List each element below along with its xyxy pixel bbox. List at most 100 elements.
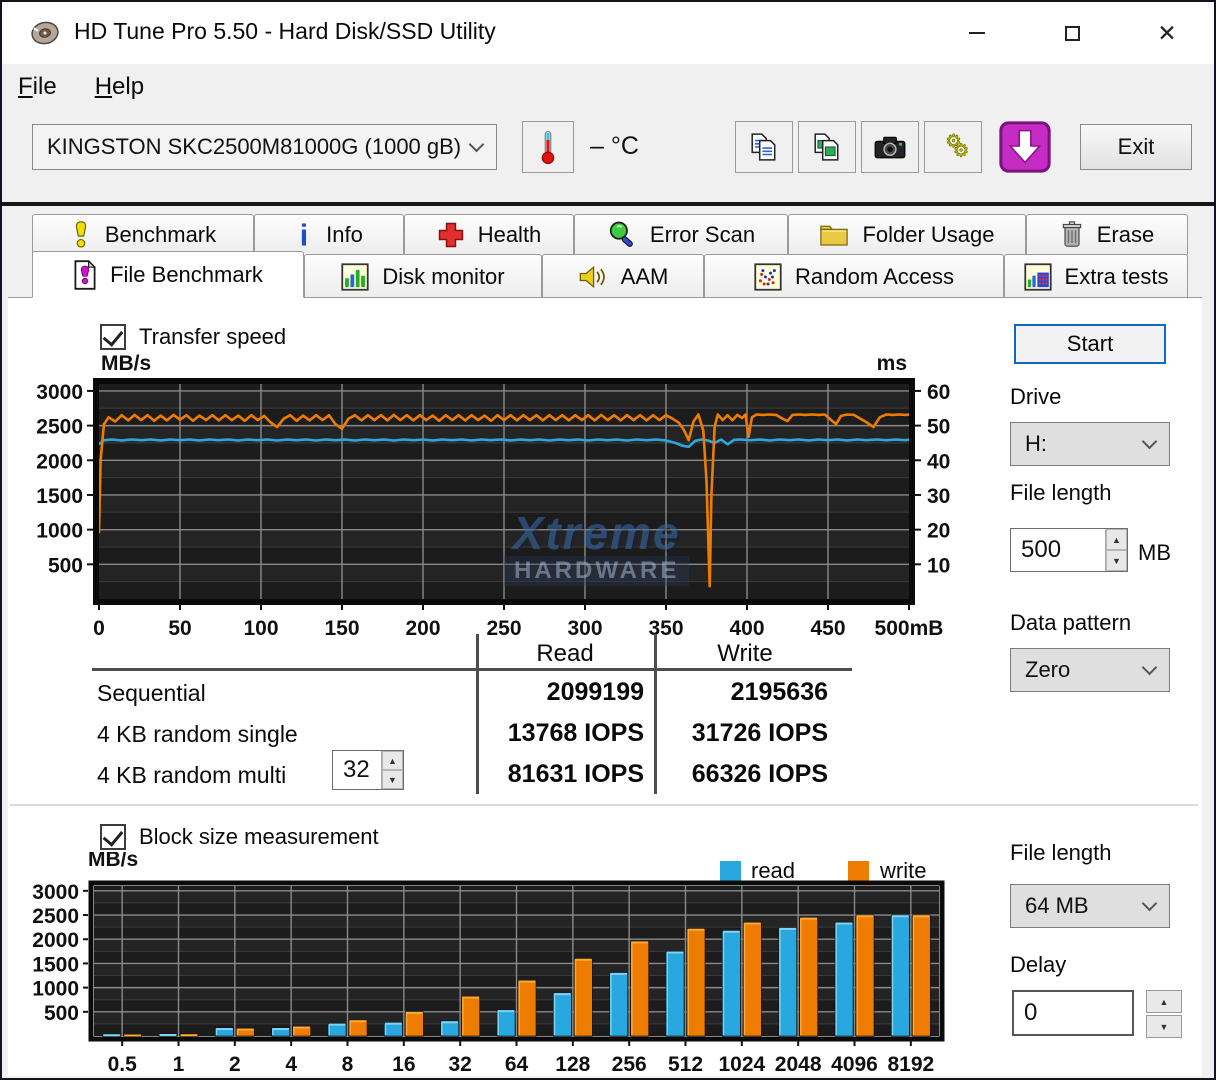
- health-cross-icon: [437, 221, 465, 249]
- svg-text:2000: 2000: [36, 450, 83, 473]
- sequential-write-value: 2195636: [628, 678, 828, 707]
- svg-text:450: 450: [810, 617, 845, 640]
- tab-random-access[interactable]: Random Access: [704, 254, 1004, 298]
- exit-button[interactable]: Exit: [1080, 124, 1192, 170]
- close-button[interactable]: ✕: [1144, 14, 1190, 52]
- start-button[interactable]: Start: [1014, 324, 1166, 364]
- copy-text-button[interactable]: [735, 121, 793, 173]
- download-arrow-icon: [998, 120, 1052, 174]
- tab-benchmark-label: Benchmark: [105, 222, 216, 248]
- file-length-spinner[interactable]: 500 ▲ ▼: [1010, 528, 1128, 572]
- copy-text-icon: [749, 132, 779, 162]
- svg-text:1024: 1024: [718, 1053, 765, 1076]
- queue-depth-value: 32: [333, 751, 381, 789]
- delay-spin-down[interactable]: ▼: [1146, 1015, 1182, 1038]
- copy-image-button[interactable]: [798, 121, 856, 173]
- random-multi-write-value: 66326 IOPS: [628, 760, 828, 789]
- svg-text:1000: 1000: [36, 520, 83, 543]
- title-bar: HD Tune Pro 5.50 - Hard Disk/SSD Utility…: [2, 2, 1214, 64]
- svg-text:1000: 1000: [32, 978, 79, 1001]
- svg-text:300: 300: [567, 617, 602, 640]
- svg-text:⚙: ⚙: [953, 141, 969, 161]
- delay-input[interactable]: 0: [1012, 990, 1134, 1036]
- spin-up-icon[interactable]: ▲: [382, 751, 403, 770]
- svg-text:32: 32: [448, 1053, 471, 1076]
- tab-error-scan[interactable]: Error Scan: [574, 214, 788, 255]
- window-title: HD Tune Pro 5.50 - Hard Disk/SSD Utility: [74, 18, 496, 45]
- chevron-down-icon: [469, 136, 485, 152]
- tab-folder-usage-label: Folder Usage: [862, 222, 994, 248]
- data-pattern-dropdown[interactable]: Zero: [1010, 648, 1170, 692]
- block-file-length-dropdown[interactable]: 64 MB: [1010, 884, 1170, 928]
- drive-dropdown[interactable]: H:: [1010, 422, 1170, 466]
- menu-help[interactable]: Help: [95, 73, 144, 101]
- svg-text:16: 16: [392, 1053, 415, 1076]
- svg-text:10: 10: [927, 554, 950, 577]
- menu-bar: File Help: [2, 64, 1214, 110]
- drive-select-combo[interactable]: KINGSTON SKC2500M81000G (1000 gB): [32, 124, 497, 170]
- svg-text:4096: 4096: [831, 1053, 878, 1076]
- speaker-icon: [578, 264, 608, 290]
- tab-health[interactable]: Health: [404, 214, 574, 255]
- save-results-button[interactable]: [995, 119, 1055, 175]
- maximize-icon: [1065, 26, 1080, 41]
- block-size-chart: MB/s500100015002000250030000.51248163264…: [32, 852, 992, 1076]
- gears-icon: ⚙ ⚙: [937, 131, 969, 163]
- svg-text:8: 8: [342, 1053, 354, 1076]
- chevron-down-icon: [1142, 895, 1158, 911]
- spin-down-icon[interactable]: ▼: [1106, 550, 1127, 571]
- svg-text:2500: 2500: [36, 416, 83, 439]
- queue-depth-spinner[interactable]: 32 ▲ ▼: [332, 750, 404, 790]
- screenshot-button[interactable]: [861, 121, 919, 173]
- folder-icon: [819, 222, 849, 248]
- tab-erase-label: Erase: [1097, 222, 1154, 248]
- spin-down-icon[interactable]: ▼: [382, 770, 403, 789]
- magnifier-icon: [607, 220, 637, 250]
- svg-text:250: 250: [486, 617, 521, 640]
- tab-aam[interactable]: AAM: [542, 254, 704, 298]
- svg-text:50: 50: [927, 416, 950, 439]
- options-button[interactable]: ⚙ ⚙: [924, 121, 982, 173]
- tab-file-benchmark-label: File Benchmark: [110, 262, 263, 288]
- thermometer-icon: [540, 129, 556, 165]
- extra-tests-icon: [1024, 263, 1052, 291]
- toolbar: KINGSTON SKC2500M81000G (1000 gB) – °C: [2, 110, 1214, 202]
- block-size-checkbox[interactable]: Block size measurement: [100, 824, 379, 850]
- svg-text:ms: ms: [877, 354, 907, 375]
- minimize-button[interactable]: [954, 14, 1000, 52]
- app-disk-icon: [28, 17, 62, 49]
- svg-text:2500: 2500: [32, 905, 79, 928]
- tab-info[interactable]: i Info: [254, 214, 404, 255]
- transfer-speed-label: Transfer speed: [139, 324, 286, 350]
- camera-icon: [874, 134, 906, 160]
- tab-random-access-label: Random Access: [795, 264, 954, 290]
- file-length-label: File length: [1010, 480, 1112, 506]
- minimize-icon: [969, 32, 985, 34]
- svg-text:3000: 3000: [36, 381, 83, 404]
- spin-up-icon[interactable]: ▲: [1106, 529, 1127, 550]
- section-divider: [10, 804, 1198, 806]
- checkbox-checked-icon: [100, 824, 126, 850]
- tab-folder-usage[interactable]: Folder Usage: [788, 214, 1026, 255]
- svg-text:0: 0: [93, 617, 105, 640]
- tab-erase[interactable]: Erase: [1026, 214, 1188, 255]
- block-size-label: Block size measurement: [139, 824, 379, 850]
- tab-benchmark[interactable]: Benchmark: [32, 214, 254, 255]
- transfer-speed-checkbox[interactable]: Transfer speed: [100, 324, 286, 350]
- tab-disk-monitor[interactable]: Disk monitor: [304, 254, 542, 298]
- drive-label: Drive: [1010, 384, 1061, 410]
- svg-text:4: 4: [285, 1053, 297, 1076]
- delay-spin-up[interactable]: ▲: [1146, 990, 1182, 1013]
- svg-text:3000: 3000: [32, 881, 79, 904]
- tab-extra-tests[interactable]: Extra tests: [1004, 254, 1188, 298]
- svg-text:2048: 2048: [775, 1053, 822, 1076]
- maximize-button[interactable]: [1049, 14, 1095, 52]
- tab-file-benchmark[interactable]: File Benchmark: [32, 251, 304, 298]
- info-icon: i: [295, 221, 313, 249]
- temperature-button[interactable]: [522, 121, 574, 173]
- transfer-speed-chart: MB/sms5001000150020002500300010203040506…: [32, 354, 992, 646]
- results-read-header: Read: [480, 640, 650, 668]
- menu-file[interactable]: File: [18, 73, 57, 101]
- delay-label: Delay: [1010, 952, 1066, 978]
- close-icon: ✕: [1157, 22, 1176, 45]
